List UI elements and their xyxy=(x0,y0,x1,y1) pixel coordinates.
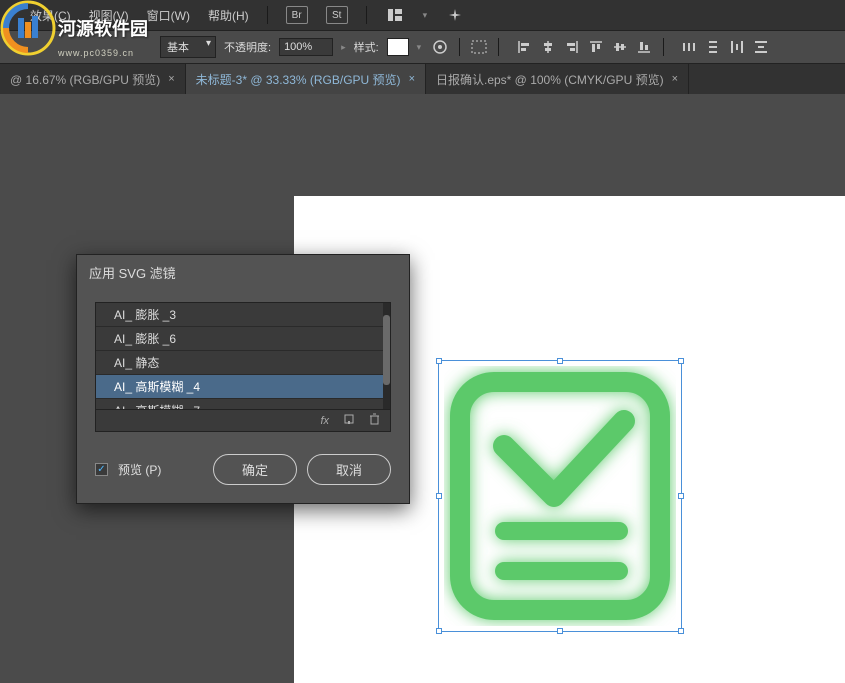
handle-mid-left[interactable] xyxy=(436,493,442,499)
list-footer: fx xyxy=(95,410,391,432)
preset-dropdown[interactable]: 基本 xyxy=(160,36,216,58)
dialog-title: 应用 SVG 滤镜 xyxy=(77,255,409,290)
handle-bottom-mid[interactable] xyxy=(557,628,563,634)
distribute-h-icon[interactable] xyxy=(678,37,700,57)
style-swatch[interactable] xyxy=(387,38,409,56)
scrollbar-thumb[interactable] xyxy=(383,315,390,385)
filter-item[interactable]: AI_ 高斯模糊 _4 xyxy=(96,375,390,399)
distribute-v-icon[interactable] xyxy=(702,37,724,57)
close-icon[interactable]: × xyxy=(672,73,678,85)
distribute-icon-4[interactable] xyxy=(750,37,772,57)
style-label: 样式: xyxy=(354,39,379,55)
opacity-input[interactable] xyxy=(279,38,333,56)
fx-icon[interactable]: fx xyxy=(320,415,329,427)
filter-list[interactable]: AI_ 膨胀 _3 AI_ 膨胀 _6 AI_ 静态 AI_ 高斯模糊 _4 A… xyxy=(95,302,391,410)
filter-item[interactable]: AI_ 膨胀 _6 xyxy=(96,327,390,351)
align-bottom-icon[interactable] xyxy=(633,37,655,57)
stock-icon[interactable]: St xyxy=(326,6,348,24)
handle-top-right[interactable] xyxy=(678,358,684,364)
align-group xyxy=(513,37,655,57)
align-hcenter-icon[interactable] xyxy=(537,37,559,57)
menu-help[interactable]: 帮助(H) xyxy=(208,7,249,24)
handle-bottom-left[interactable] xyxy=(436,628,442,634)
filter-item[interactable]: AI_ 静态 xyxy=(96,351,390,375)
align-top-icon[interactable] xyxy=(585,37,607,57)
divider xyxy=(663,38,664,56)
divider xyxy=(267,6,268,24)
divider xyxy=(498,38,499,56)
trash-icon[interactable] xyxy=(369,413,380,428)
distribute-icon-3[interactable] xyxy=(726,37,748,57)
document-tab[interactable]: 未标题-3* @ 33.33% (RGB/GPU 预览) × xyxy=(186,64,426,94)
scrollbar[interactable] xyxy=(383,303,390,409)
align-left-icon[interactable] xyxy=(513,37,535,57)
site-logo: 河源软件园 www.pc0359.cn xyxy=(0,0,148,56)
divider xyxy=(366,6,367,24)
align-vcenter-icon[interactable] xyxy=(609,37,631,57)
close-icon[interactable]: × xyxy=(409,73,415,85)
arrange-icon[interactable] xyxy=(385,5,405,25)
bridge-icon[interactable]: Br xyxy=(286,6,308,24)
document-tab[interactable]: @ 16.67% (RGB/GPU 预览) × xyxy=(0,64,186,94)
menu-window[interactable]: 窗口(W) xyxy=(147,7,190,24)
tab-bar: @ 16.67% (RGB/GPU 预览) × 未标题-3* @ 33.33% … xyxy=(0,64,845,94)
svg-filter-dialog: 应用 SVG 滤镜 AI_ 膨胀 _3 AI_ 膨胀 _6 AI_ 静态 AI_… xyxy=(76,254,410,504)
opacity-label: 不透明度: xyxy=(224,39,271,55)
divider xyxy=(459,38,460,56)
chevron-right-icon[interactable]: ▸ xyxy=(341,42,346,53)
logo-text: 河源软件园 xyxy=(58,15,148,41)
distribute-group xyxy=(678,37,772,57)
dropdown-caret-icon: ▾ xyxy=(417,42,422,53)
handle-bottom-right[interactable] xyxy=(678,628,684,634)
sparkle-icon[interactable] xyxy=(445,5,465,25)
logo-subtitle: www.pc0359.cn xyxy=(58,48,134,58)
handle-top-mid[interactable] xyxy=(557,358,563,364)
artwork-selection[interactable] xyxy=(444,366,676,626)
align-right-icon[interactable] xyxy=(561,37,583,57)
selection-bounds xyxy=(438,360,682,632)
filter-item[interactable]: AI_ 膨胀 _3 xyxy=(96,303,390,327)
close-icon[interactable]: × xyxy=(168,73,174,85)
document-tab[interactable]: 日报确认.eps* @ 100% (CMYK/GPU 预览) × xyxy=(426,64,689,94)
handle-top-left[interactable] xyxy=(436,358,442,364)
dropdown-caret-icon: ▾ xyxy=(423,10,428,21)
dashed-rect-icon[interactable] xyxy=(468,37,490,57)
new-filter-icon[interactable] xyxy=(343,413,355,428)
filter-item[interactable]: AI_ 高斯模糊 _7 xyxy=(96,399,390,410)
preview-label: 预览 (P) xyxy=(118,461,161,478)
preview-checkbox[interactable]: ✓ xyxy=(95,463,108,476)
handle-mid-right[interactable] xyxy=(678,493,684,499)
appearance-icon[interactable] xyxy=(429,37,451,57)
cancel-button[interactable]: 取消 xyxy=(307,454,391,485)
logo-icon xyxy=(0,0,56,56)
ok-button[interactable]: 确定 xyxy=(213,454,297,485)
